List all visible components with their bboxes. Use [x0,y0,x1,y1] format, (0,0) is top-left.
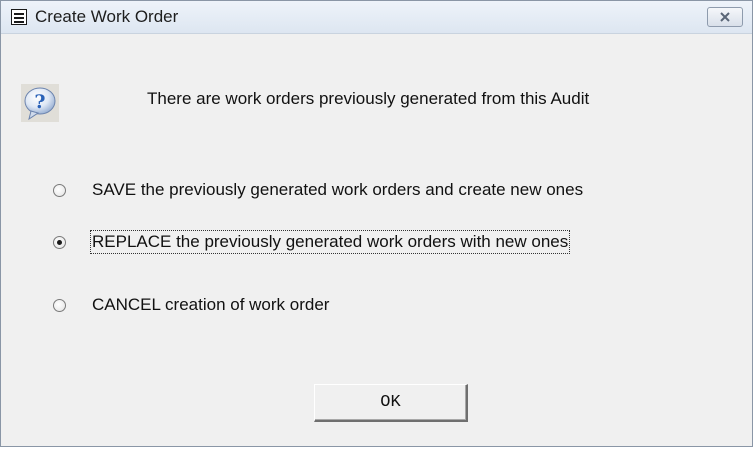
radio-replace[interactable] [53,235,66,249]
option-save-label[interactable]: SAVE the previously generated work order… [92,180,583,200]
option-cancel-label[interactable]: CANCEL creation of work order [92,295,329,315]
dialog-message: There are work orders previously generat… [147,89,590,108]
option-replace[interactable]: REPLACE the previously generated work or… [53,230,571,254]
title-bar[interactable]: Create Work Order [1,1,752,34]
close-icon [720,12,730,22]
form-icon [11,9,27,25]
option-replace-label[interactable]: REPLACE the previously generated work or… [89,230,571,254]
ok-button[interactable]: OK [314,384,468,422]
svg-text:?: ? [34,91,45,113]
radio-cancel[interactable] [53,298,66,312]
window-title: Create Work Order [35,7,179,26]
option-save[interactable]: SAVE the previously generated work order… [53,180,583,200]
question-icon: ? [21,84,59,122]
option-cancel[interactable]: CANCEL creation of work order [53,295,329,315]
radio-save[interactable] [53,183,66,197]
close-button[interactable] [707,7,743,27]
dialog-window: Create Work Order ? There are work order… [0,0,753,447]
